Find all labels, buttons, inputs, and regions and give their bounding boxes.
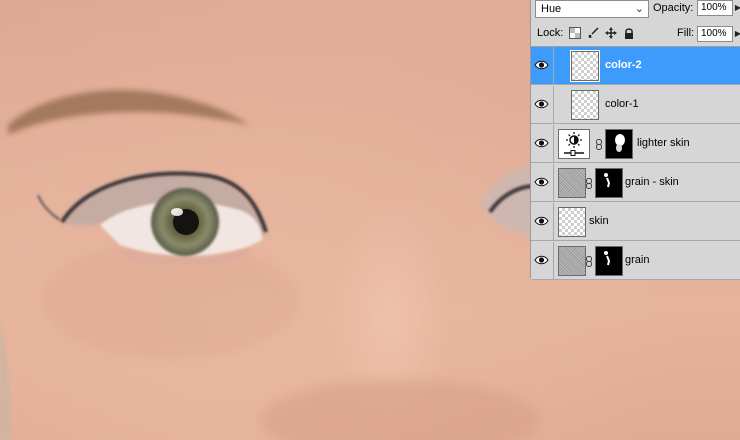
layer-row-color-1[interactable]: color-1 bbox=[531, 86, 740, 124]
layer-row-skin[interactable]: skin bbox=[531, 203, 740, 241]
lock-fill-bar: Lock: Fill: 100% ▶ bbox=[531, 22, 740, 47]
blend-mode-select[interactable]: Hue ⌄ bbox=[535, 0, 649, 18]
visibility-toggle[interactable] bbox=[531, 47, 554, 85]
lock-transparent-icon[interactable] bbox=[569, 27, 581, 39]
mask-shape bbox=[604, 251, 611, 266]
visibility-toggle[interactable] bbox=[531, 86, 554, 124]
layer-thumbnail[interactable] bbox=[570, 50, 600, 82]
layer-name[interactable]: grain bbox=[625, 254, 649, 266]
layer-name[interactable]: grain - skin bbox=[625, 176, 679, 188]
blend-opacity-bar: Hue ⌄ Opacity: 100% ▶ bbox=[531, 0, 740, 23]
layer-name[interactable]: skin bbox=[589, 215, 609, 227]
blend-mode-value: Hue bbox=[541, 3, 562, 15]
eye-icon bbox=[534, 255, 549, 265]
lock-all-icon[interactable] bbox=[623, 27, 635, 39]
eyebrow-shape bbox=[8, 89, 250, 135]
layer-thumbnail[interactable] bbox=[558, 207, 586, 237]
layer-row-color-2[interactable]: color-2 bbox=[531, 47, 740, 85]
mask-shape bbox=[604, 173, 611, 188]
visibility-toggle[interactable] bbox=[531, 125, 554, 163]
eye-icon bbox=[534, 99, 549, 109]
visibility-toggle[interactable] bbox=[531, 242, 554, 280]
fill-input[interactable]: 100% bbox=[697, 26, 733, 42]
layer-name[interactable]: lighter skin bbox=[637, 137, 690, 149]
fill-label: Fill: bbox=[677, 27, 695, 39]
layer-row-grain-skin[interactable]: grain - skin bbox=[531, 164, 740, 202]
arrow-right-icon[interactable]: ▶ bbox=[733, 26, 740, 42]
layer-name[interactable]: color-1 bbox=[605, 98, 639, 110]
eye-icon bbox=[534, 216, 549, 226]
adjustment-thumbnail[interactable] bbox=[558, 129, 590, 159]
layer-thumbnail[interactable] bbox=[571, 90, 599, 120]
layer-mask-thumbnail[interactable] bbox=[595, 246, 623, 276]
layers-panel: Hue ⌄ Opacity: 100% ▶ Lock: Fill: 100% ▶ bbox=[530, 0, 740, 280]
lock-move-icon[interactable] bbox=[605, 27, 617, 39]
chain-link-icon[interactable] bbox=[595, 139, 603, 150]
layer-thumbnail[interactable] bbox=[558, 168, 586, 198]
layer-mask-thumbnail[interactable] bbox=[605, 129, 633, 159]
visibility-toggle[interactable] bbox=[531, 164, 554, 202]
opacity-input[interactable]: 100% bbox=[697, 0, 733, 16]
layer-thumbnail[interactable] bbox=[558, 246, 586, 276]
chain-link-icon[interactable] bbox=[585, 256, 593, 267]
mask-shape bbox=[615, 134, 625, 152]
layer-mask-thumbnail[interactable] bbox=[595, 168, 623, 198]
chevron-down-icon: ⌄ bbox=[634, 3, 644, 15]
layer-row-grain[interactable]: grain bbox=[531, 242, 740, 280]
eye-icon bbox=[534, 138, 549, 148]
layer-name[interactable]: color-2 bbox=[605, 59, 642, 71]
lock-brush-icon[interactable] bbox=[587, 27, 599, 39]
chain-link-icon[interactable] bbox=[585, 178, 593, 189]
layer-row-lighter-skin[interactable]: lighter skin bbox=[531, 125, 740, 163]
brightness-adjustment-icon bbox=[564, 132, 584, 156]
arrow-right-icon[interactable]: ▶ bbox=[733, 0, 740, 16]
visibility-toggle[interactable] bbox=[531, 203, 554, 241]
eye-icon bbox=[534, 60, 549, 70]
opacity-label: Opacity: bbox=[653, 2, 694, 14]
eye-icon bbox=[534, 177, 549, 187]
lock-label: Lock: bbox=[537, 27, 564, 39]
